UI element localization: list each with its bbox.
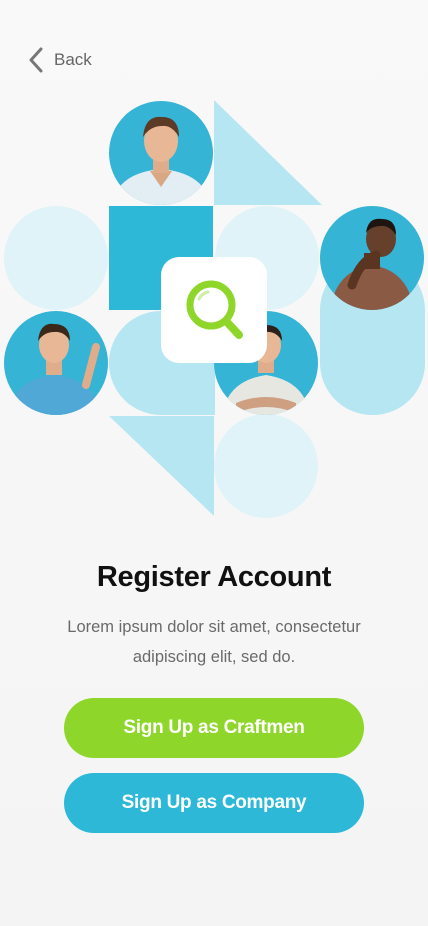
chevron-left-icon <box>28 47 44 73</box>
page-title: Register Account <box>96 561 332 593</box>
sign-up-craftmen-button[interactable]: Sign Up as Craftmen <box>64 698 364 758</box>
person-top-avatar <box>109 101 213 205</box>
person-left-avatar <box>4 311 108 415</box>
page-description: Lorem ipsum dolor sit amet, consectetur … <box>67 618 361 666</box>
back-label: Back <box>54 50 92 69</box>
hero-illustration <box>0 95 428 525</box>
search-tile <box>161 257 267 363</box>
back-button[interactable]: Back <box>28 46 92 74</box>
sign-up-company-button[interactable]: Sign Up as Company <box>64 773 364 833</box>
